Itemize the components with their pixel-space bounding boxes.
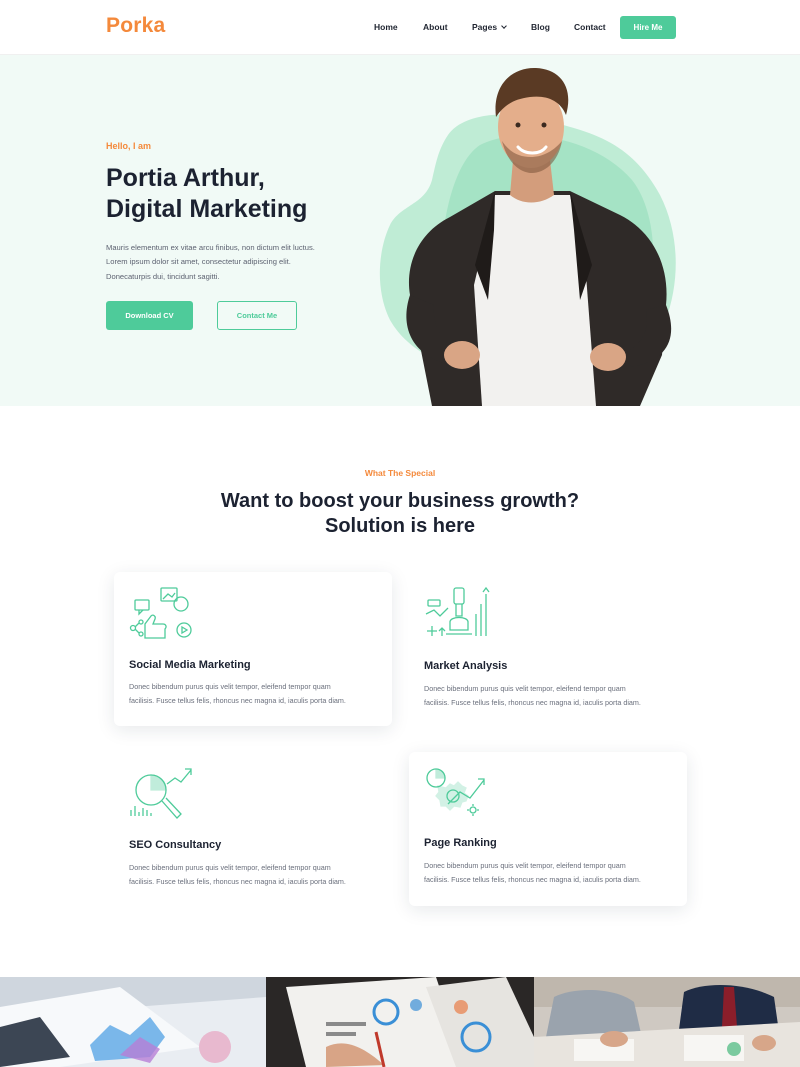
service-card-social-media[interactable]: Social Media Marketing Donec bibendum pu… (114, 572, 392, 726)
section-title-line: Solution is here (324, 515, 476, 537)
hero-portrait-image (379, 67, 676, 406)
hero-description-line: Mauris elementum ex vitae arcu finibus, … (106, 243, 315, 252)
hero-title: Portia Arthur, Digital Marketing (106, 163, 366, 225)
market-analysis-icon (425, 586, 490, 636)
nav-about[interactable]: About (423, 22, 448, 32)
hero-description-line: Donecaturpis dui, tincidunt sagitti. (106, 271, 220, 281)
service-description: Donec bibendum purus quis velit tempor, … (424, 859, 676, 887)
logo[interactable]: Porka (106, 14, 165, 38)
service-description-line: Donec bibendum purus quis velit tempor, … (129, 682, 331, 691)
service-description: Donec bibendum purus quis velit tempor, … (129, 680, 381, 708)
gallery-image-business-meeting (534, 977, 800, 1067)
service-description: Donec bibendum purus quis velit tempor, … (129, 861, 381, 889)
nav-blog[interactable]: Blog (531, 22, 550, 32)
gallery-image-laptop-charts (0, 977, 266, 1067)
hero-section: Hello, I am Portia Arthur, Digital Marke… (0, 55, 800, 406)
service-card-page-ranking[interactable]: Page Ranking Donec bibendum purus quis v… (409, 752, 687, 906)
seo-icon (130, 768, 192, 819)
social-media-icon (129, 587, 192, 639)
service-title: Page Ranking (424, 837, 497, 849)
chevron-down-icon (501, 23, 507, 29)
service-description-line: facilisis. Fusce tellus felis, rhoncus n… (424, 875, 641, 884)
service-card-seo[interactable]: SEO Consultancy Donec bibendum purus qui… (114, 752, 392, 906)
hero-title-line: Digital Marketing (106, 195, 308, 223)
section-eyebrow: What The Special (364, 468, 436, 478)
hire-me-button[interactable]: Hire Me (620, 16, 676, 39)
hero-eyebrow: Hello, I am (106, 141, 152, 151)
section-title-line: Want to boost your business growth? (220, 490, 580, 512)
hero-description: Mauris elementum ex vitae arcu finibus, … (106, 241, 346, 284)
service-description: Donec bibendum purus quis velit tempor, … (424, 682, 676, 710)
gallery-image-team-documents (266, 977, 534, 1067)
site-header: Porka Home About Pages Blog Contact Hire… (0, 0, 800, 55)
service-description-line: Donec bibendum purus quis velit tempor, … (424, 861, 626, 870)
service-title: Social Media Marketing (129, 659, 251, 671)
service-description-line: Donec bibendum purus quis velit tempor, … (424, 684, 626, 693)
service-description-line: facilisis. Fusce tellus felis, rhoncus n… (129, 696, 346, 705)
section-title: Want to boost your business growth? Solu… (0, 489, 800, 539)
download-cv-button[interactable]: Download CV (106, 301, 193, 330)
contact-me-button[interactable]: Contact Me (217, 301, 297, 330)
nav-pages[interactable]: Pages (472, 22, 507, 32)
service-card-market-analysis[interactable]: Market Analysis Donec bibendum purus qui… (409, 572, 687, 726)
page-ranking-icon (426, 768, 485, 816)
hero-title-line: Portia Arthur, (106, 164, 265, 192)
nav-contact[interactable]: Contact (574, 22, 606, 32)
service-description-line: facilisis. Fusce tellus felis, rhoncus n… (129, 877, 346, 886)
service-description-line: facilisis. Fusce tellus felis, rhoncus n… (424, 698, 641, 707)
service-title: SEO Consultancy (129, 839, 222, 851)
service-title: Market Analysis (424, 660, 508, 672)
hero-description-line: Lorem ipsum dolor sit amet, consectetur … (106, 257, 291, 267)
nav-pages-label: Pages (472, 22, 498, 32)
nav-home[interactable]: Home (374, 22, 398, 32)
service-description-line: Donec bibendum purus quis velit tempor, … (129, 863, 331, 872)
